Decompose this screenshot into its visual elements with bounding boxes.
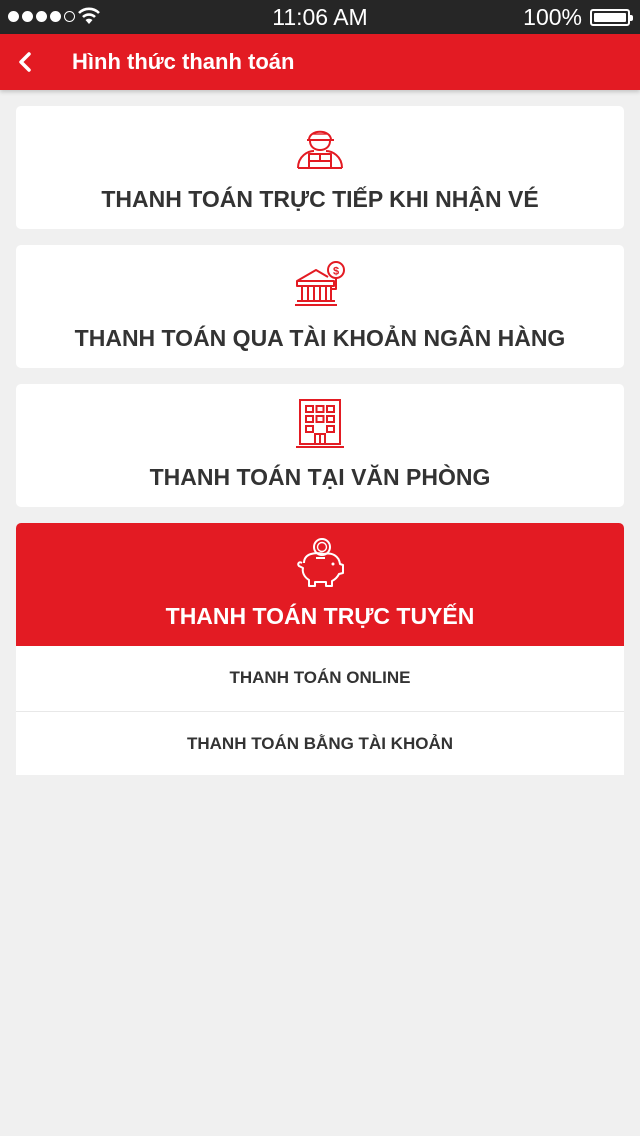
payment-option-label: THANH TOÁN TRỰC TUYẾN [165, 603, 475, 629]
battery-icon [590, 9, 633, 26]
payment-option-on-delivery[interactable]: THANH TOÁN TRỰC TIẾP KHI NHẬN VÉ [16, 106, 624, 229]
piggy-bank-icon [297, 538, 344, 587]
submenu-item-online-payment[interactable]: THANH TOÁN ONLINE [16, 646, 624, 711]
nav-bar: Hình thức thanh toán [0, 34, 640, 90]
office-building-icon [296, 399, 344, 448]
submenu-item-account-payment[interactable]: THANH TOÁN BẰNG TÀI KHOẢN [16, 710, 624, 776]
page-title: Hình thức thanh toán [72, 49, 295, 74]
online-payment-submenu: THANH TOÁN ONLINE THANH TOÁN BẰNG TÀI KH… [16, 646, 624, 775]
payment-option-bank-transfer[interactable]: $ THANH TOÁN QUA TÀI KHOẢN NGÂN HÀNG [16, 245, 624, 368]
svg-text:$: $ [333, 266, 339, 278]
delivery-person-icon [297, 130, 343, 169]
payment-option-label: THANH TOÁN TRỰC TIẾP KHI NHẬN VÉ [101, 186, 539, 212]
payment-option-label: THANH TOÁN TẠI VĂN PHÒNG [149, 464, 491, 490]
status-bar: 11:06 AM 100% [0, 0, 640, 34]
battery-percentage: 100% [523, 4, 582, 30]
payment-option-at-office[interactable]: THANH TOÁN TẠI VĂN PHÒNG [16, 384, 624, 507]
bank-icon: $ [295, 261, 345, 306]
payment-option-label: THANH TOÁN QUA TÀI KHOẢN NGÂN HÀNG [74, 325, 566, 351]
payment-option-online[interactable]: THANH TOÁN TRỰC TUYẾN [16, 523, 624, 646]
back-arrow-icon[interactable] [12, 48, 40, 76]
